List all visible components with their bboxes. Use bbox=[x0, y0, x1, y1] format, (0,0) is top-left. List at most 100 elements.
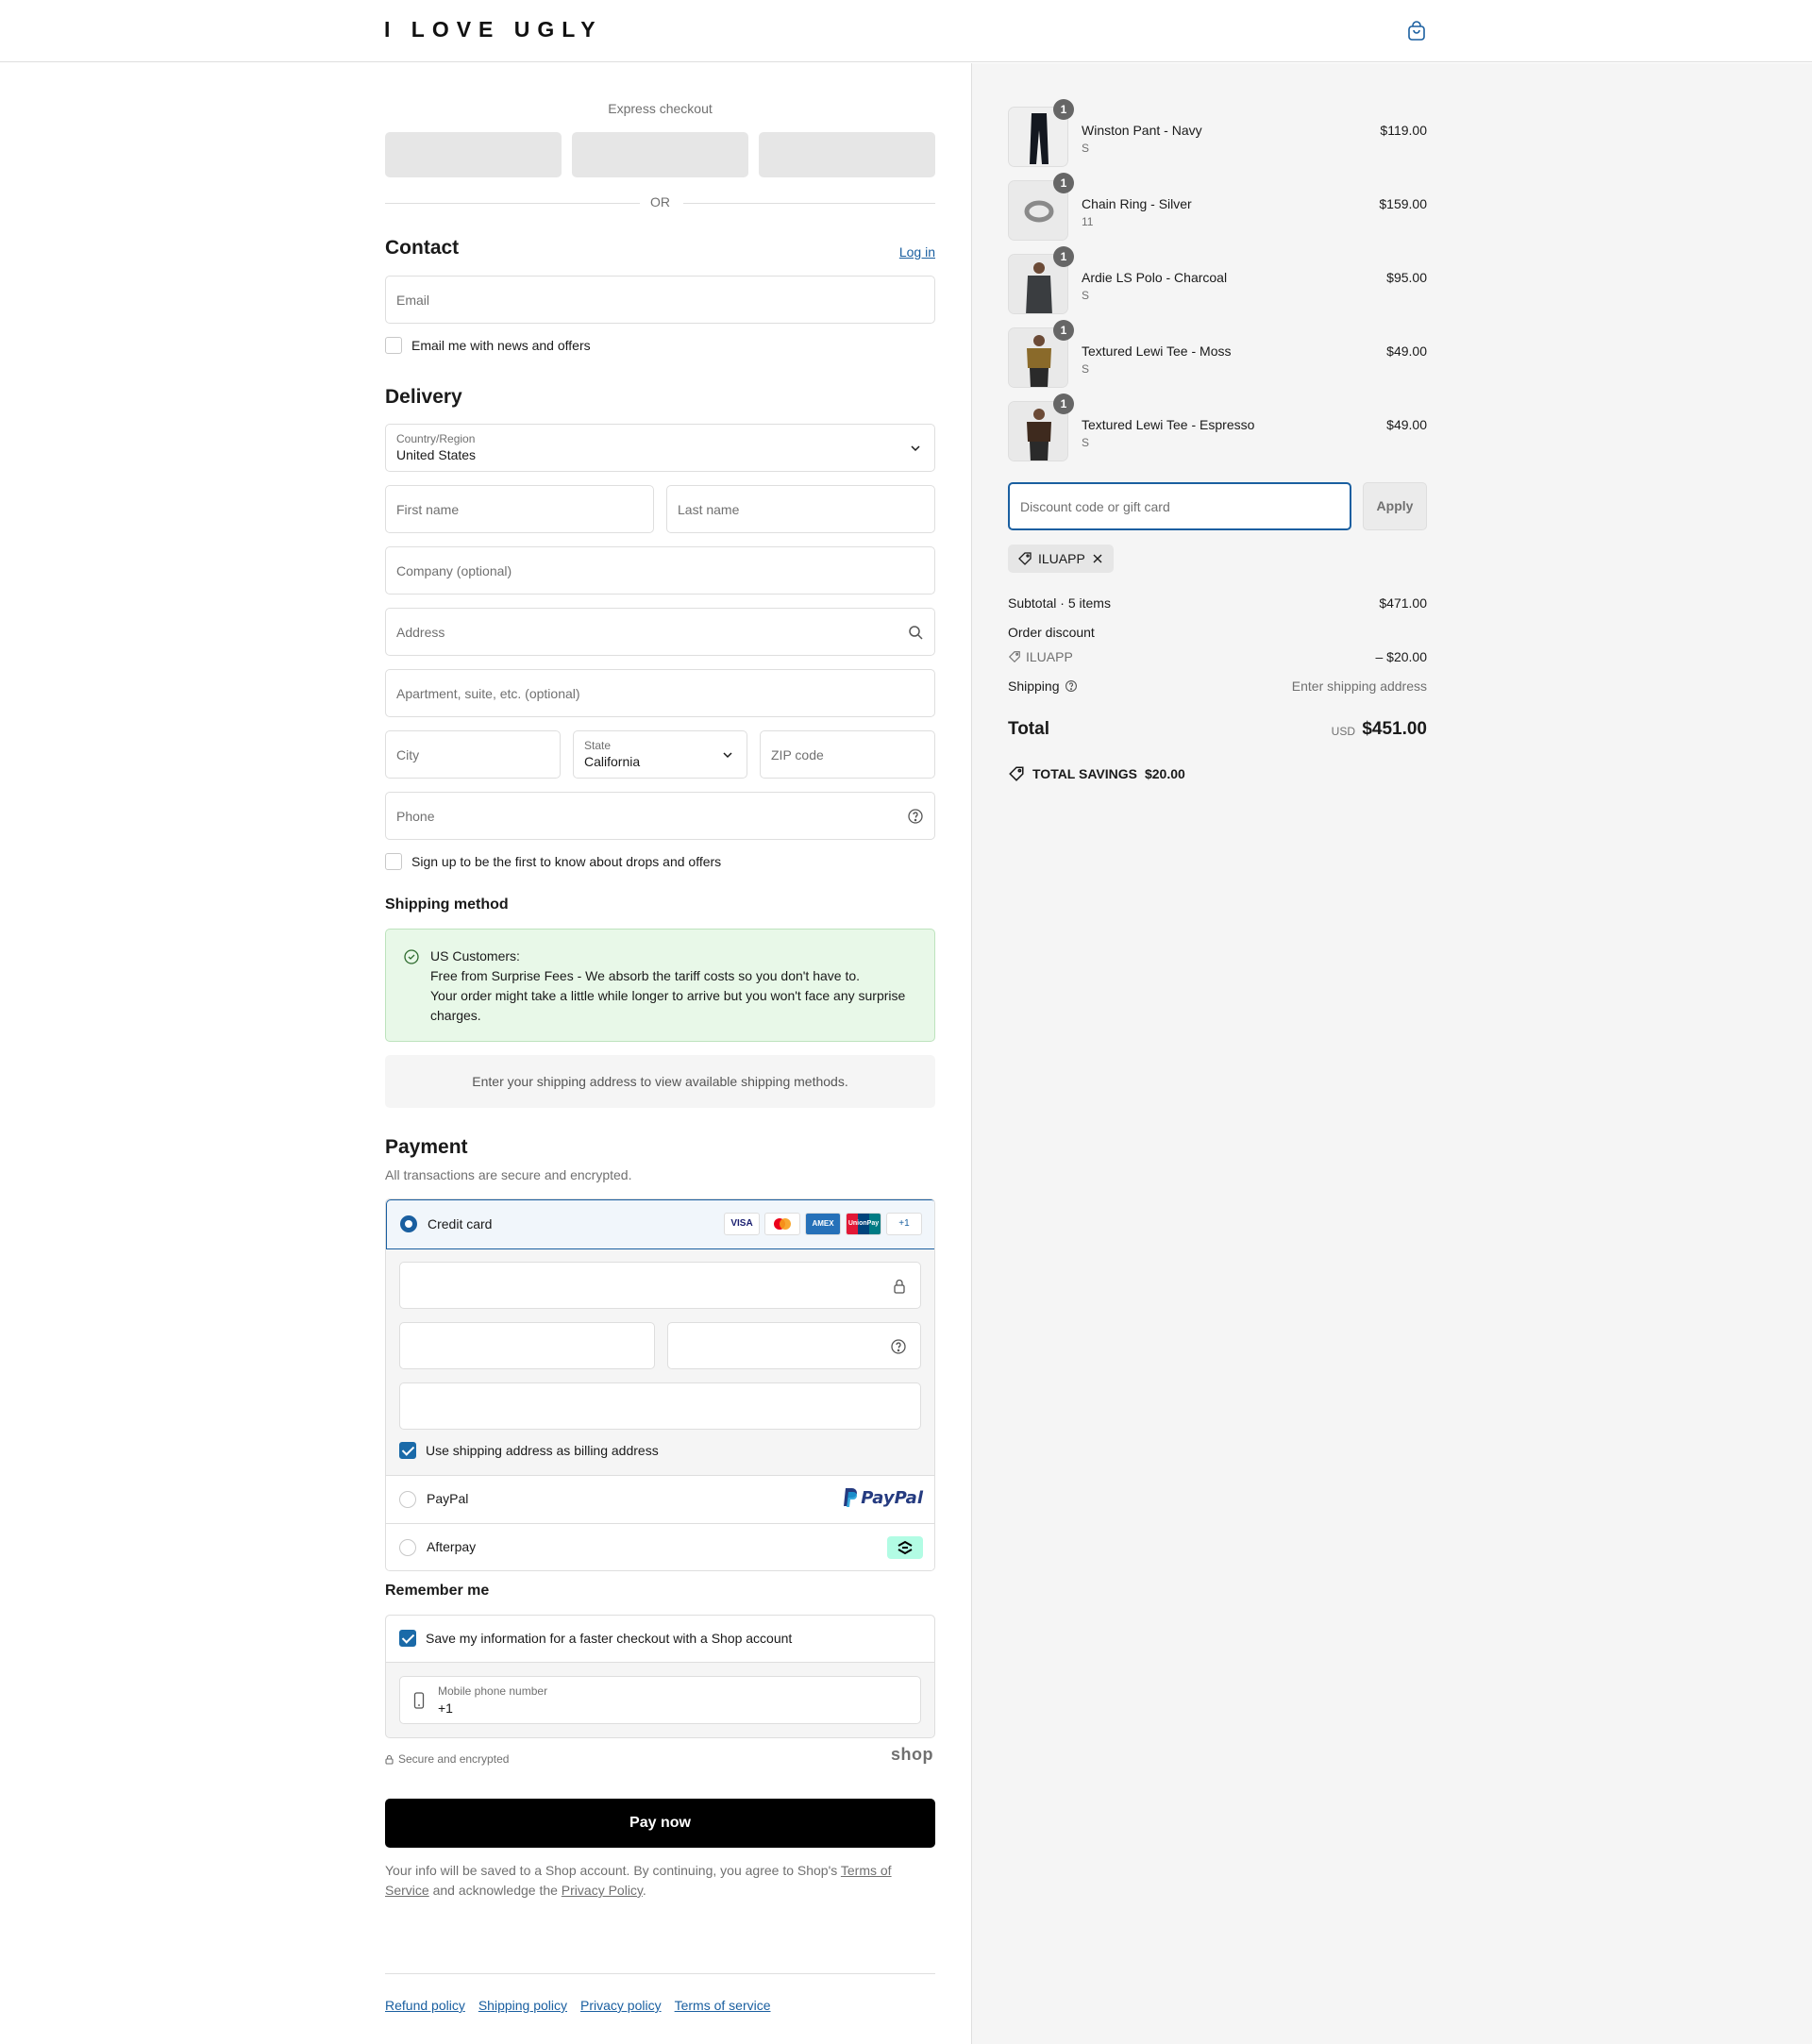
news-optin-row[interactable]: Email me with news and offers bbox=[385, 337, 591, 354]
address-field[interactable]: Address bbox=[385, 608, 935, 656]
state-value: California bbox=[584, 754, 641, 769]
save-info-row[interactable]: Save my information for a faster checkou… bbox=[386, 1616, 934, 1663]
cart-item: 1 Textured Lewi Tee - Espresso S $49.00 bbox=[1008, 394, 1427, 461]
drops-optin-row[interactable]: Sign up to be the first to know about dr… bbox=[385, 853, 721, 870]
first-name-placeholder: First name bbox=[396, 502, 460, 517]
savings-amount: $20.00 bbox=[1144, 766, 1185, 781]
express-button-1[interactable] bbox=[385, 132, 562, 177]
shop-logo: shop bbox=[891, 1745, 933, 1764]
paypal-wordmark: PayPal bbox=[861, 1487, 923, 1508]
item-name: Winston Pant - Navy bbox=[1082, 123, 1202, 138]
notice-line-3: Your order might take a little while lon… bbox=[430, 988, 906, 1023]
afterpay-logo bbox=[887, 1536, 923, 1559]
shipping-policy-link[interactable]: Shipping policy bbox=[478, 1998, 567, 2013]
email-placeholder: Email bbox=[396, 293, 430, 308]
notice-line-1: US Customers: bbox=[430, 948, 520, 963]
apartment-field[interactable]: Apartment, suite, etc. (optional) bbox=[385, 669, 935, 717]
country-value: United States bbox=[396, 447, 477, 462]
help-icon[interactable] bbox=[907, 808, 924, 825]
security-code-field[interactable] bbox=[667, 1322, 921, 1369]
last-name-placeholder: Last name bbox=[678, 502, 740, 517]
company-field[interactable]: Company (optional) bbox=[385, 546, 935, 595]
brand-logo[interactable]: I LOVE UGLY bbox=[384, 17, 603, 42]
notice-line-2: Free from Surprise Fees - We absorb the … bbox=[430, 968, 861, 983]
discount-code-input[interactable]: Discount code or gift card bbox=[1008, 482, 1351, 530]
shipping-label: Shipping bbox=[1008, 679, 1060, 694]
chevron-down-icon bbox=[723, 752, 732, 759]
country-select[interactable]: Country/Region United States bbox=[385, 424, 935, 472]
apply-discount-button[interactable]: Apply bbox=[1363, 482, 1427, 530]
quantity-badge: 1 bbox=[1053, 99, 1074, 120]
privacy-policy-link[interactable]: Privacy Policy bbox=[562, 1883, 643, 1898]
mobile-phone-value: +1 bbox=[438, 1701, 453, 1716]
save-info-checkrow[interactable]: Save my information for a faster checkou… bbox=[399, 1630, 792, 1647]
or-separator: OR bbox=[650, 194, 670, 209]
afterpay-icon bbox=[898, 1540, 913, 1555]
total-row: Total USD $451.00 bbox=[1008, 719, 1427, 740]
lock-icon bbox=[894, 1279, 905, 1294]
phone-field[interactable]: Phone bbox=[385, 792, 935, 840]
paypal-radio[interactable] bbox=[399, 1491, 416, 1508]
contact-title: Contact bbox=[385, 237, 460, 259]
item-name: Ardie LS Polo - Charcoal bbox=[1082, 270, 1228, 285]
credit-card-option[interactable]: Credit card VISA AMEX UnionPay +1 bbox=[386, 1199, 934, 1249]
remember-me-box: Save my information for a faster checkou… bbox=[385, 1615, 935, 1738]
shopping-bag-icon[interactable] bbox=[1405, 20, 1428, 42]
order-discount-label: Order discount bbox=[1008, 625, 1095, 640]
pay-now-button[interactable]: Pay now bbox=[385, 1799, 935, 1848]
afterpay-option[interactable]: Afterpay bbox=[386, 1523, 934, 1570]
unionpay-icon: UnionPay bbox=[846, 1213, 881, 1235]
help-icon[interactable] bbox=[890, 1338, 907, 1355]
subtotal-label: Subtotal · 5 items bbox=[1008, 595, 1111, 611]
more-cards-badge: +1 bbox=[886, 1213, 922, 1235]
mobile-phone-field[interactable]: Mobile phone number +1 bbox=[399, 1676, 921, 1724]
billing-same-row[interactable]: Use shipping address as billing address bbox=[399, 1442, 659, 1459]
legal-text-part: and acknowledge the bbox=[428, 1883, 562, 1898]
cart-item: 1 Ardie LS Polo - Charcoal S $95.00 bbox=[1008, 246, 1427, 314]
news-optin-checkbox[interactable] bbox=[385, 337, 402, 354]
card-number-field[interactable] bbox=[399, 1262, 921, 1309]
quantity-badge: 1 bbox=[1053, 394, 1074, 414]
save-info-checkbox[interactable] bbox=[399, 1630, 416, 1647]
item-variant: S bbox=[1082, 289, 1090, 302]
item-variant: S bbox=[1082, 436, 1090, 449]
privacy-policy-link[interactable]: Privacy policy bbox=[580, 1998, 662, 2013]
search-icon bbox=[909, 626, 923, 640]
company-placeholder: Company (optional) bbox=[396, 563, 512, 578]
refund-policy-link[interactable]: Refund policy bbox=[385, 1998, 465, 2013]
login-link[interactable]: Log in bbox=[899, 244, 935, 260]
express-button-3[interactable] bbox=[759, 132, 935, 177]
state-label: State bbox=[584, 739, 612, 752]
quantity-badge: 1 bbox=[1053, 173, 1074, 193]
country-label: Country/Region bbox=[396, 432, 476, 445]
billing-same-checkbox[interactable] bbox=[399, 1442, 416, 1459]
close-icon[interactable] bbox=[1091, 552, 1104, 565]
state-select[interactable]: State California bbox=[573, 730, 747, 779]
discount-placeholder: Discount code or gift card bbox=[1020, 499, 1170, 514]
remember-title: Remember me bbox=[385, 1583, 490, 1599]
zip-field[interactable]: ZIP code bbox=[760, 730, 935, 779]
express-button-2[interactable] bbox=[572, 132, 748, 177]
site-header: I LOVE UGLY bbox=[0, 0, 1812, 62]
item-price: $49.00 bbox=[1386, 343, 1427, 359]
email-field[interactable]: Email bbox=[385, 276, 935, 324]
help-icon[interactable] bbox=[1065, 679, 1078, 693]
city-placeholder: City bbox=[396, 747, 420, 762]
city-field[interactable]: City bbox=[385, 730, 561, 779]
terms-of-service-link[interactable]: Terms of service bbox=[675, 1998, 771, 2013]
drops-optin-checkbox[interactable] bbox=[385, 853, 402, 870]
expiry-field[interactable] bbox=[399, 1322, 655, 1369]
name-on-card-field[interactable] bbox=[399, 1382, 921, 1430]
first-name-field[interactable]: First name bbox=[385, 485, 654, 533]
afterpay-radio[interactable] bbox=[399, 1539, 416, 1556]
tag-icon bbox=[1018, 552, 1032, 565]
footer-divider bbox=[385, 1973, 935, 1974]
lock-icon bbox=[385, 1754, 394, 1765]
credit-card-radio[interactable] bbox=[400, 1215, 417, 1232]
paypal-option[interactable]: PayPal PayPal bbox=[386, 1475, 934, 1523]
legal-text-part: . bbox=[642, 1883, 646, 1898]
visa-icon: VISA bbox=[724, 1213, 760, 1235]
last-name-field[interactable]: Last name bbox=[666, 485, 935, 533]
total-label: Total bbox=[1008, 719, 1049, 739]
discount-code-label: ILUAPP bbox=[1026, 649, 1073, 664]
